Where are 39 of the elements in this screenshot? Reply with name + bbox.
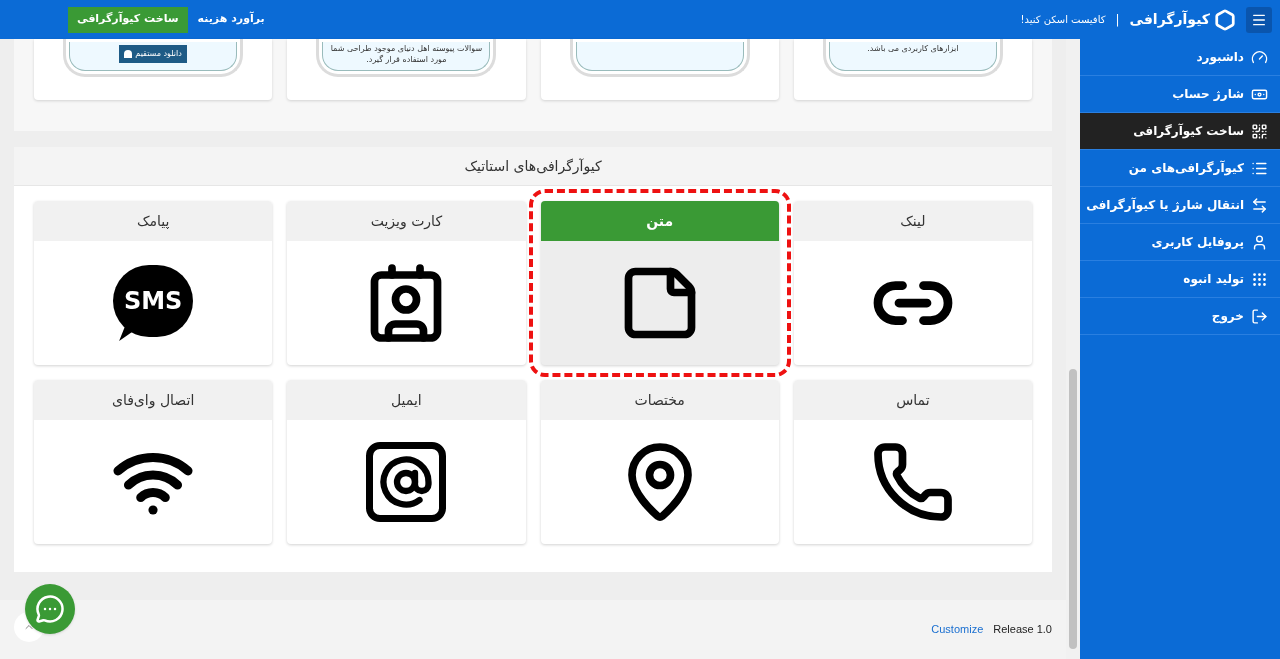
download-button[interactable]: دانلود مستقیم [119,45,187,63]
menu-button[interactable] [1246,6,1272,33]
separator: | [1115,11,1120,29]
customize-link[interactable]: Customize [931,621,984,638]
sidebar-item[interactable]: ساخت کیوآرگرافی [1080,113,1280,150]
card-header: پیامک [34,201,273,241]
card-header: لینک [793,201,1032,241]
qr-code-icon [1251,122,1268,140]
qr-type-card[interactable]: ایمیل [287,380,526,544]
create-button[interactable]: ساخت کیوآرگرافی [68,6,188,33]
qr-type-card[interactable]: لینک [793,201,1032,365]
card-header: تماس [793,380,1032,420]
qr-type-card[interactable]: کارت ویزیت [287,201,526,365]
card-header: متن [540,201,779,241]
release-version: Release 1.0 [993,622,1052,638]
qr-type-card[interactable]: تماس [793,380,1032,544]
chat-button[interactable] [25,584,75,634]
estimate-link[interactable]: برآورد هزینه [197,11,265,28]
user-icon [1251,233,1268,251]
transfer-icon [1251,196,1268,214]
preview-text: سوالات پیوسته اهل دنیای موجود طراحی شما [330,43,483,54]
chat-icon [35,594,65,624]
grid-icon [1251,270,1268,288]
tagline: کافیست اسکن کنید! [1020,13,1106,27]
logout-icon [1251,307,1268,325]
qr-type-card[interactable]: اتصال وای‌فای [34,380,273,544]
card-header: ایمیل [287,380,526,420]
gauge-icon [1251,48,1268,66]
preview-text: مورد استفاده قرار گیرد. [366,54,447,65]
preview-text: ابزارهای کاربردی می باشد. [867,43,959,54]
brand-name: کیوآرگرافی [1129,9,1210,30]
card-header: اتصال وای‌فای [34,380,273,420]
qr-type-card[interactable]: مختصات [540,380,779,544]
qr-type-card[interactable]: متن [540,201,779,365]
logo-icon [1214,8,1236,31]
card-header: کارت ویزیت [287,201,526,241]
card-header: مختصات [540,380,779,420]
section-title: کیوآرگرافی‌های استاتیک [14,147,1052,186]
at-sign-icon [366,442,447,522]
